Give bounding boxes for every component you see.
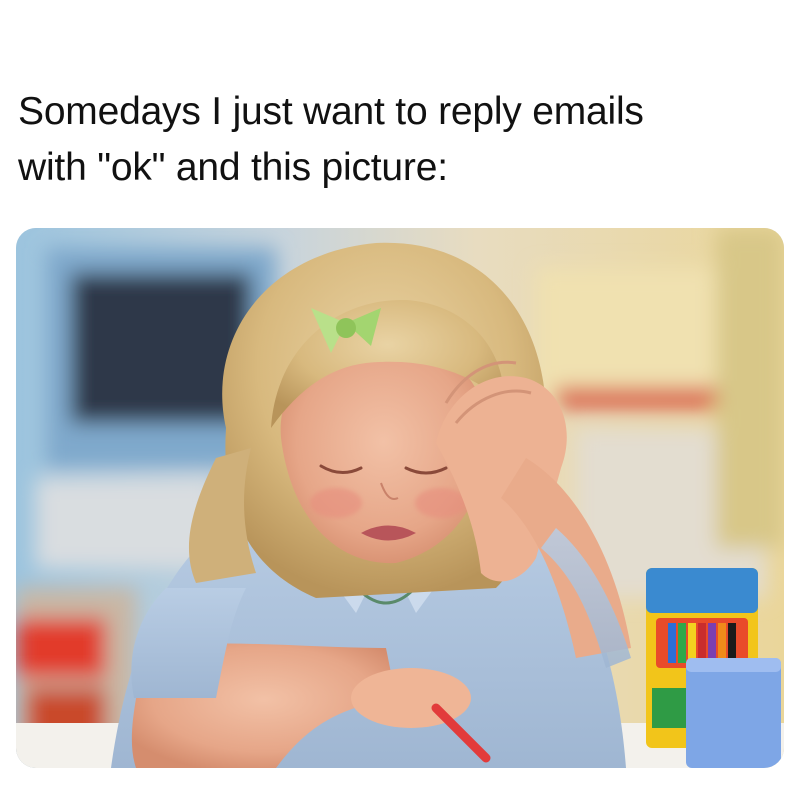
crying-girl-illustration [16, 228, 784, 768]
meme-caption: Somedays I just want to reply emails wit… [18, 90, 644, 189]
meme-photo [16, 228, 784, 768]
